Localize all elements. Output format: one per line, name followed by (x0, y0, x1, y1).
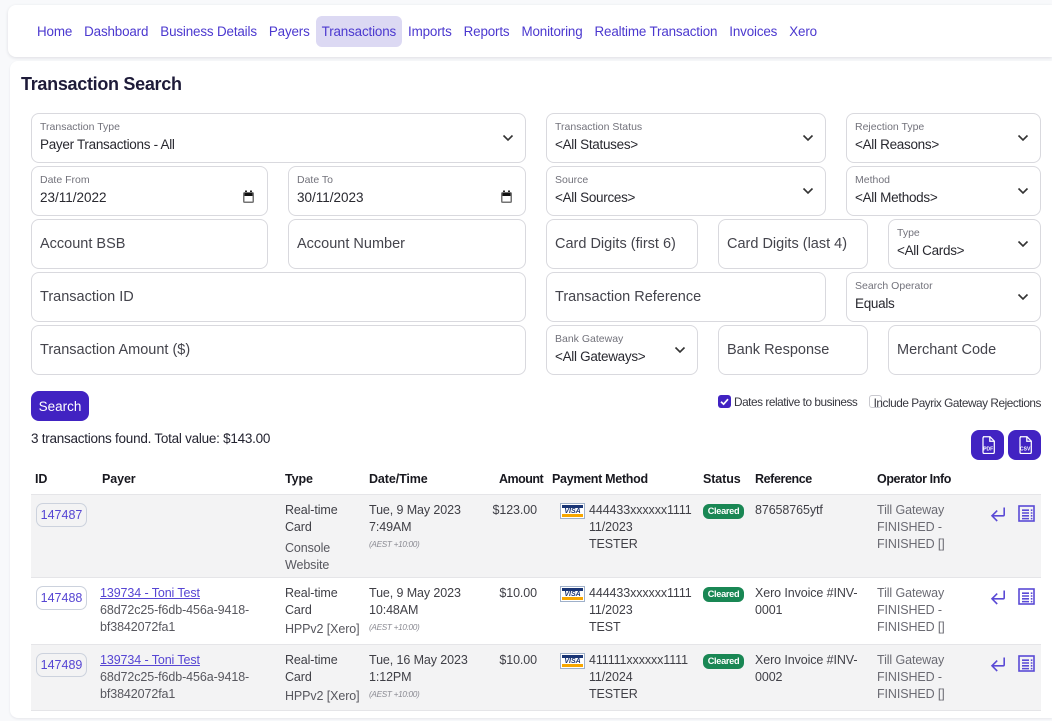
svg-text:VISA: VISA (564, 591, 580, 598)
svg-text:VISA: VISA (564, 658, 580, 665)
svg-text:CSV: CSV (1020, 447, 1031, 453)
svg-text:PDF: PDF (983, 447, 993, 453)
svg-text:VISA: VISA (564, 508, 580, 515)
